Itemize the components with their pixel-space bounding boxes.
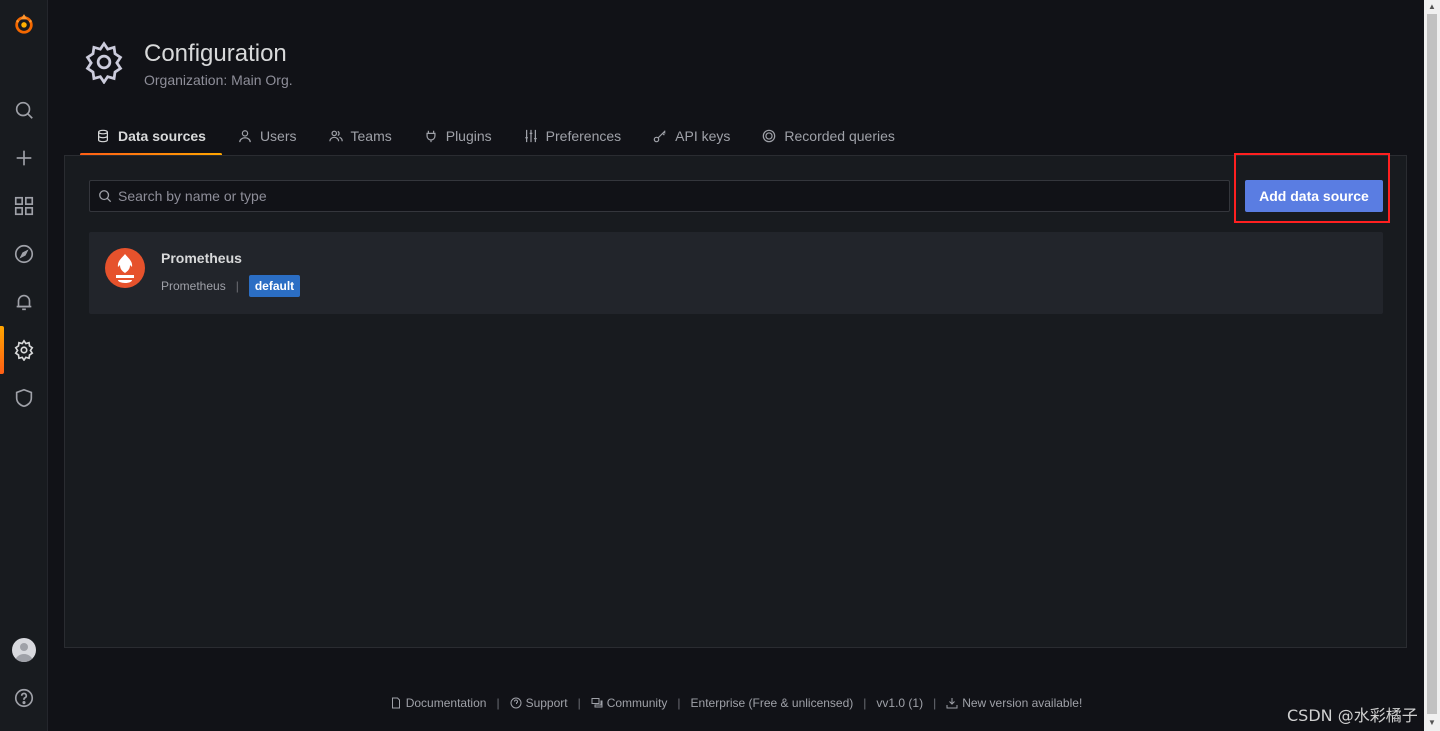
watermark: CSDN @水彩橘子 xyxy=(1287,706,1418,725)
scroll-thumb[interactable] xyxy=(1427,14,1437,714)
footer-community-link[interactable]: Community xyxy=(591,696,668,710)
user-avatar-icon xyxy=(15,643,33,662)
update-label: New version available! xyxy=(962,696,1083,710)
server-admin-nav-button[interactable] xyxy=(0,378,48,418)
page-header: Configuration Organization: Main Org. xyxy=(82,40,293,88)
alerting-nav-button[interactable] xyxy=(0,282,48,322)
help-nav-button[interactable] xyxy=(0,678,48,718)
page-title: Configuration xyxy=(144,40,287,67)
footer: Documentation | Support | Community | En… xyxy=(48,696,1424,710)
main-content: Configuration Organization: Main Org. Da… xyxy=(48,0,1424,731)
document-icon xyxy=(391,697,400,709)
grafana-logo-icon xyxy=(15,14,33,34)
datasource-name: Prometheus xyxy=(161,250,242,266)
tab-data-sources[interactable]: Data sources xyxy=(80,118,222,156)
plug-icon xyxy=(426,130,436,143)
tab-recorded-queries[interactable]: Recorded queries xyxy=(746,118,911,154)
sliders-icon xyxy=(524,129,537,143)
avatar xyxy=(12,638,36,662)
default-badge: default xyxy=(248,275,301,297)
tab-label: Teams xyxy=(350,128,392,144)
prometheus-logo xyxy=(105,248,145,288)
separator: | xyxy=(235,279,239,293)
search-icon xyxy=(99,190,112,203)
config-tabs: Data sources Users Teams Plugins Prefere… xyxy=(80,118,911,156)
record-icon xyxy=(763,129,776,143)
configuration-nav-button[interactable] xyxy=(0,326,48,374)
tab-preferences[interactable]: Preferences xyxy=(508,118,637,154)
version-label: vv1.0 (1) xyxy=(876,696,924,710)
search-box[interactable] xyxy=(89,180,1230,212)
footer-support-link[interactable]: Support xyxy=(510,696,568,710)
datasource-type: Prometheus xyxy=(161,279,226,293)
documentation-label: Documentation xyxy=(405,696,487,710)
grafana-logo[interactable] xyxy=(0,4,48,44)
community-label: Community xyxy=(606,696,668,710)
support-label: Support xyxy=(525,696,568,710)
database-icon xyxy=(98,129,108,143)
tab-users[interactable]: Users xyxy=(222,118,313,154)
datasource-card-prometheus[interactable]: Prometheus Prometheus | default xyxy=(89,232,1383,314)
search-input[interactable] xyxy=(118,188,1208,204)
search-icon xyxy=(15,101,33,119)
separator: | xyxy=(863,696,867,710)
footer-edition-link[interactable]: Enterprise (Free & unlicensed) xyxy=(691,696,854,710)
add-data-source-button[interactable]: Add data source xyxy=(1245,180,1383,212)
footer-documentation-link[interactable]: Documentation xyxy=(390,696,487,710)
separator: | xyxy=(677,696,681,710)
key-icon xyxy=(653,130,666,143)
separator: | xyxy=(496,696,500,710)
tab-label: API keys xyxy=(675,128,731,144)
comments-icon xyxy=(591,698,603,708)
scroll-up-icon[interactable]: ▲ xyxy=(1427,2,1437,12)
edition-label: Enterprise (Free & unlicensed) xyxy=(690,696,854,710)
data-sources-panel: Add data source Prometheus Prometheus | … xyxy=(64,153,1407,648)
apps-icon xyxy=(14,196,34,216)
compass-icon xyxy=(14,244,34,264)
shield-icon xyxy=(15,388,33,408)
profile-nav-button[interactable] xyxy=(0,630,48,670)
tab-plugins[interactable]: Plugins xyxy=(408,118,508,154)
user-icon xyxy=(239,130,251,143)
sidebar xyxy=(0,0,48,731)
vertical-scrollbar[interactable]: ▲ ▼ xyxy=(1424,0,1440,731)
scroll-down-icon[interactable]: ▼ xyxy=(1427,718,1437,728)
footer-update-link[interactable]: New version available! xyxy=(946,696,1082,710)
separator: | xyxy=(577,696,581,710)
create-nav-button[interactable] xyxy=(0,138,48,178)
tab-label: Recorded queries xyxy=(784,128,895,144)
plus-icon xyxy=(16,150,32,166)
tab-label: Users xyxy=(259,128,297,144)
page-subtitle: Organization: Main Org. xyxy=(144,72,293,88)
gear-icon xyxy=(14,339,34,361)
download-icon xyxy=(946,698,958,709)
search-nav-button[interactable] xyxy=(0,90,48,130)
cog-icon xyxy=(85,41,123,84)
footer-version: vv1.0 (1) xyxy=(876,696,923,710)
tab-teams[interactable]: Teams xyxy=(313,118,408,154)
question-circle-icon xyxy=(14,688,34,708)
bell-icon xyxy=(16,294,32,311)
users-icon xyxy=(328,130,343,142)
tab-label: Preferences xyxy=(545,128,622,144)
explore-nav-button[interactable] xyxy=(0,234,48,274)
dashboards-nav-button[interactable] xyxy=(0,186,48,226)
datasource-meta: Prometheus | default xyxy=(161,275,301,297)
tab-api-keys[interactable]: API keys xyxy=(637,118,746,154)
question-circle-icon xyxy=(510,697,522,709)
separator: | xyxy=(933,696,937,710)
tab-label: Plugins xyxy=(445,128,492,144)
tab-label: Data sources xyxy=(118,128,206,144)
